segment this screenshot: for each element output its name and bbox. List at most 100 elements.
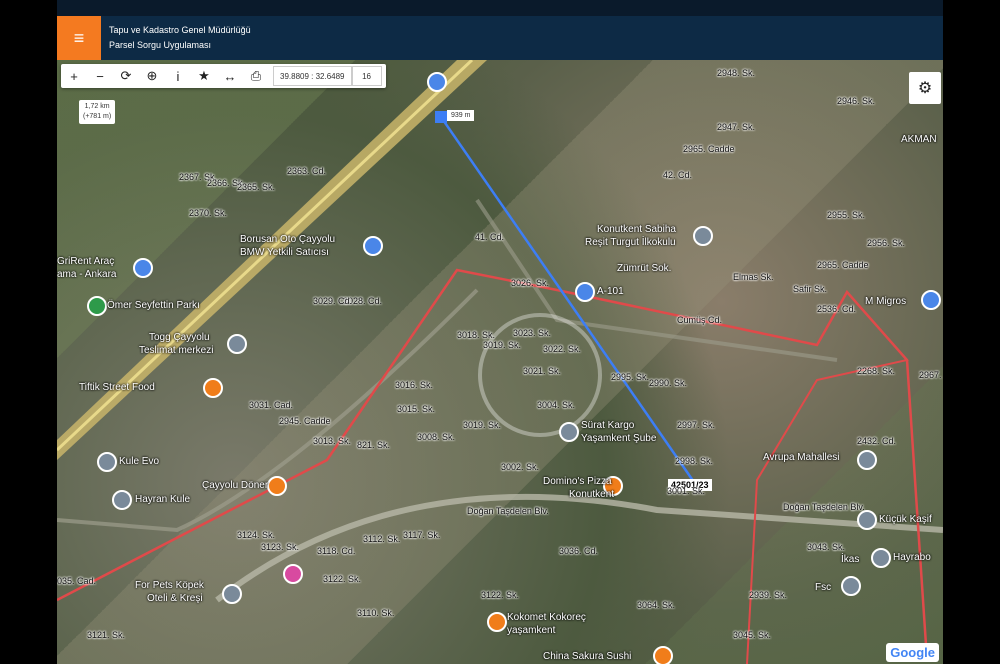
restaurant-pin-icon[interactable] (653, 646, 673, 664)
road-label: 2967. (919, 370, 942, 380)
road-label: 2945. Cadde (279, 416, 331, 426)
road-label: 2432. Cd. (857, 436, 897, 446)
pet-pin-icon[interactable] (283, 564, 303, 584)
refresh-button[interactable]: ⟳ (113, 64, 139, 88)
road-label: 3026. Sk. (511, 278, 550, 288)
poi-label: Yaşamkent Şube (581, 433, 657, 444)
map-view[interactable]: + − ⟳ ⊕ i ★ ↔ ⎙ 39.8809 : 32.6489 16 1,7… (57, 60, 943, 664)
info-button[interactable]: i (165, 64, 191, 88)
road-label: 3021. Sk. (523, 366, 562, 376)
hamburger-menu-button[interactable]: ≡ (57, 16, 101, 60)
zoom-out-button[interactable]: − (87, 64, 113, 88)
restaurant-pin-icon[interactable] (267, 476, 287, 496)
fuel-pin-icon[interactable] (427, 72, 447, 92)
road-label: 3036. Cd. (559, 546, 599, 556)
road-label: 3001. Sk. (667, 486, 706, 496)
place-pin-icon[interactable] (222, 584, 242, 604)
coordinate-readout: 39.8809 : 32.6489 (273, 66, 352, 86)
locate-button[interactable]: ⊕ (139, 64, 165, 88)
app-subtitle: Parsel Sorgu Uygulaması (109, 40, 212, 50)
road-label: 035. Cad. (57, 576, 97, 586)
poi-label: Reşit Turgut İlkokulu (585, 237, 676, 248)
road-label: 3029. Cd. (313, 296, 353, 306)
app-header: ≡ Tapu ve Kadastro Genel Müdürlüğü Parse… (57, 16, 943, 60)
road-label: 821. Sk. (357, 440, 391, 450)
poi-label: Çayyolu Döner (202, 480, 269, 491)
google-logo: Google (886, 643, 939, 662)
road-label: 2946. Sk. (837, 96, 876, 106)
poi-label: For Pets Köpek (135, 580, 204, 591)
road-label: 3045. Sk. (733, 630, 772, 640)
poi-label: Avrupa Mahallesi (763, 452, 840, 463)
road-label: Safir Sk. (793, 284, 828, 294)
road-label: 3117. Sk. (403, 530, 441, 540)
road-label: 2370. Sk. (189, 208, 228, 218)
scale-distance: 1,72 km (84, 103, 110, 110)
road-label: 2365. Sk. (237, 182, 276, 192)
road-label: 3031. Cad. (249, 400, 294, 410)
place-pin-icon[interactable] (857, 450, 877, 470)
poi-label: Konutkent Sabiha (597, 224, 676, 235)
hamburger-icon: ≡ (73, 27, 85, 48)
road-label: 3110. Sk. (357, 608, 395, 618)
car-dealer-pin-icon[interactable] (363, 236, 383, 256)
road-label: 3122. Sk. (323, 574, 362, 584)
road-label: 2965. Cadde (817, 260, 869, 270)
print-button[interactable]: ⎙ (243, 64, 269, 88)
poi-label: Küçük Kaşif (879, 514, 932, 525)
road-label: 2939. Sk. (749, 590, 788, 600)
gear-icon: ⚙ (917, 80, 933, 97)
restaurant-pin-icon[interactable] (487, 612, 507, 632)
road-label: 2536. Cd. (817, 304, 857, 314)
app-frame: ≡ Tapu ve Kadastro Genel Müdürlüğü Parse… (57, 0, 943, 664)
road-label: 3015. Sk. (397, 404, 436, 414)
measurement-distance-label: 939 m (447, 110, 475, 121)
road-label: 2956. Sk. (867, 238, 906, 248)
poi-label: ama - Ankara (57, 269, 117, 280)
measure-button[interactable]: ↔ (217, 64, 243, 88)
place-pin-icon[interactable] (97, 452, 117, 472)
road-label: 3122. Sk. (481, 590, 520, 600)
road-label: Doğan Taşdelen Blv. (467, 506, 549, 516)
shop-pin-icon[interactable] (921, 290, 941, 310)
place-pin-icon[interactable] (112, 490, 132, 510)
map-toolbar: + − ⟳ ⊕ i ★ ↔ ⎙ 39.8809 : 32.6489 16 (61, 64, 386, 88)
road-label: 3018. Sk. (457, 330, 496, 340)
road-label: 2995. Sk. (611, 372, 650, 382)
road-label: 3019. Sk. (463, 420, 502, 430)
road-label: 3043. Sk. (807, 542, 846, 552)
zoom-in-button[interactable]: + (61, 64, 87, 88)
poi-label: Domino's Pizza (543, 476, 612, 487)
school-pin-icon[interactable] (857, 510, 877, 530)
place-pin-icon[interactable] (227, 334, 247, 354)
road-label: 3019. Sk. (483, 340, 522, 350)
road-label: 3013. Sk. (313, 436, 352, 446)
road-label: 3123. Sk. (261, 542, 300, 552)
park-pin-icon[interactable] (87, 296, 107, 316)
poi-label: Zümrüt Sok. (617, 263, 672, 274)
place-pin-icon[interactable] (871, 548, 891, 568)
browser-top-strip (57, 0, 943, 16)
road-label: 3112. Sk. (363, 534, 401, 544)
car-rental-pin-icon[interactable] (133, 258, 153, 278)
shop-pin-icon[interactable] (575, 282, 595, 302)
poi-label: Togg Çayyolu (149, 332, 210, 343)
poi-label: BMW Yetkili Satıcısı (240, 247, 329, 258)
poi-label: GriRent Araç (57, 256, 115, 267)
place-pin-icon[interactable] (841, 576, 861, 596)
road-label: 2990. Sk. (649, 378, 688, 388)
poi-label: China Sakura Sushi (543, 651, 632, 662)
settings-button[interactable]: ⚙ (909, 72, 941, 104)
road-label: 3023. Sk. (513, 328, 552, 338)
poi-label: Tiftik Street Food (79, 382, 155, 393)
poi-label: Teslimat merkezi (139, 345, 214, 356)
restaurant-pin-icon[interactable] (203, 378, 223, 398)
road-label: Elmas Sk. (733, 272, 774, 282)
poi-label: İkas (841, 554, 860, 565)
map-overlay (57, 60, 943, 664)
favorite-button[interactable]: ★ (191, 64, 217, 88)
place-pin-icon[interactable] (559, 422, 579, 442)
measurement-start-marker[interactable] (435, 111, 447, 123)
school-pin-icon[interactable] (693, 226, 713, 246)
zoom-level-readout: 16 (351, 66, 382, 86)
